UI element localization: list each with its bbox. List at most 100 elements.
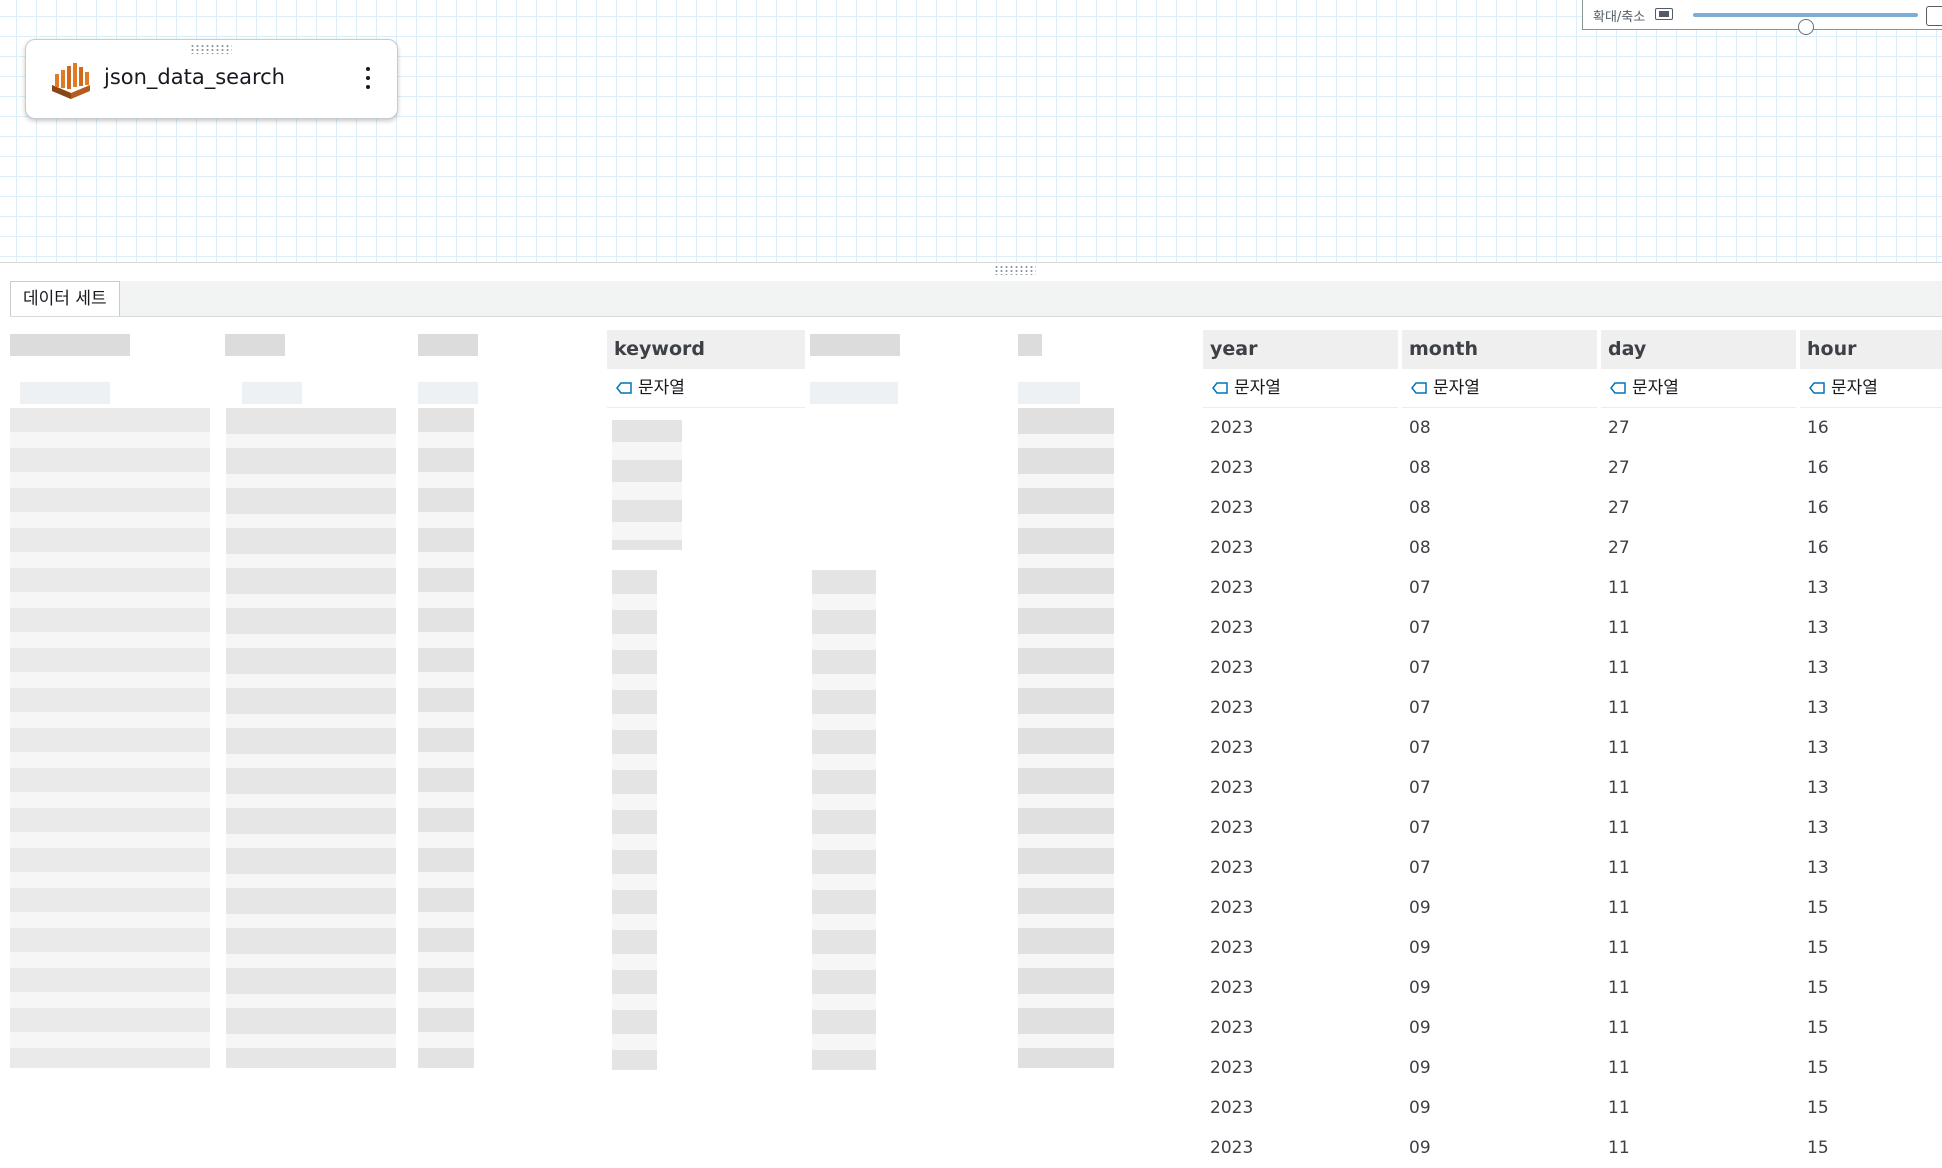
column-type-label: 문자열: [638, 377, 685, 398]
table-cell: 27: [1608, 498, 1630, 518]
table-cell: 2023: [1210, 618, 1254, 638]
table-cell: 15: [1807, 938, 1829, 958]
table-cell: 07: [1409, 778, 1431, 798]
table-cell: 2023: [1210, 858, 1254, 878]
table-cell: 15: [1807, 978, 1829, 998]
table-cell: 2023: [1210, 1018, 1254, 1038]
table-cell: 11: [1608, 898, 1630, 918]
table-cell: 08: [1409, 498, 1431, 518]
string-type-icon: [1809, 382, 1825, 394]
table-cell: 27: [1608, 538, 1630, 558]
minimap-toggle-icon[interactable]: [1926, 6, 1942, 26]
table-cell: 2023: [1210, 458, 1254, 478]
table-cell: 11: [1608, 1058, 1630, 1078]
table-cell: 15: [1807, 1138, 1829, 1158]
table-cell: 15: [1807, 898, 1829, 918]
column-header[interactable]: year: [1203, 330, 1398, 369]
table-cell: 09: [1409, 1018, 1431, 1038]
table-cell: 16: [1807, 458, 1829, 478]
table-cell: 13: [1807, 818, 1829, 838]
workflow-canvas[interactable]: 확대/축소 json_data_search: [0, 0, 1942, 263]
table-cell: 27: [1608, 458, 1630, 478]
table-cell: 11: [1608, 1098, 1630, 1118]
table-cell: 07: [1409, 818, 1431, 838]
column-type: 문자열: [1800, 369, 1942, 408]
column-hour: hour 문자열 16 16 16 16 13 13 13 13 13 13 13 13 15 15 15 1…: [1800, 330, 1942, 1168]
table-cell: 09: [1409, 978, 1431, 998]
table-cell: 2023: [1210, 938, 1254, 958]
table-cell: 13: [1807, 858, 1829, 878]
table-cell: 2023: [1210, 1138, 1254, 1158]
table-cell: 11: [1608, 978, 1630, 998]
table-cell: 09: [1409, 1138, 1431, 1158]
column-type: 문자열: [607, 369, 805, 408]
table-cell: 13: [1807, 738, 1829, 758]
zoom-label: 확대/축소: [1593, 10, 1646, 25]
column-header[interactable]: hour: [1800, 330, 1942, 369]
table-cell: 2023: [1210, 898, 1254, 918]
node-card[interactable]: json_data_search: [25, 39, 398, 119]
table-cell: 07: [1409, 578, 1431, 598]
table-cell: 27: [1608, 418, 1630, 438]
column-header[interactable]: month: [1402, 330, 1597, 369]
table-cell: 07: [1409, 618, 1431, 638]
table-cell: 09: [1409, 938, 1431, 958]
table-cell: 11: [1608, 818, 1630, 838]
panel-resize-handle-icon[interactable]: [994, 265, 1036, 275]
tab-dataset[interactable]: 데이터 세트: [10, 281, 120, 316]
table-cell: 11: [1608, 1018, 1630, 1038]
column-type-label: 문자열: [1831, 377, 1878, 398]
column-day: day 문자열 27 27 27 27 11 11 11 11 11 11 11 11 11 11 11 11…: [1601, 330, 1796, 1168]
table-cell: 11: [1608, 738, 1630, 758]
column-type: 문자열: [1601, 369, 1796, 408]
table-cell: 13: [1807, 778, 1829, 798]
string-type-icon: [1212, 382, 1228, 394]
table-cell: 16: [1807, 498, 1829, 518]
data-preview-table: keyword 문자열 year 문자열 2023 2023 2023 2023 202…: [0, 330, 1942, 1166]
zoom-control: 확대/축소: [1582, 0, 1942, 35]
table-cell: 07: [1409, 858, 1431, 878]
column-year: year 문자열 2023 2023 2023 2023 2023 2023 2023 202…: [1203, 330, 1398, 1168]
column-keyword: keyword 문자열: [607, 330, 805, 1070]
zoom-slider-thumb[interactable]: [1797, 19, 1814, 35]
node-drag-handle-icon[interactable]: [190, 44, 232, 54]
table-cell: 2023: [1210, 1058, 1254, 1078]
table-cell: 15: [1807, 1018, 1829, 1038]
table-cell: 08: [1409, 538, 1431, 558]
table-cell: 15: [1807, 1058, 1829, 1078]
table-cell: 07: [1409, 738, 1431, 758]
table-cell: 07: [1409, 698, 1431, 718]
string-type-icon: [616, 382, 632, 394]
table-cell: 2023: [1210, 818, 1254, 838]
table-cell: 08: [1409, 458, 1431, 478]
table-cell: 09: [1409, 1058, 1431, 1078]
column-header[interactable]: keyword: [607, 330, 805, 369]
string-type-icon: [1411, 382, 1427, 394]
column-type-label: 문자열: [1433, 377, 1480, 398]
node-title: json_data_search: [104, 65, 285, 89]
zoom-slider[interactable]: [1693, 13, 1918, 35]
table-cell: 2023: [1210, 698, 1254, 718]
table-cell: 11: [1608, 778, 1630, 798]
column-type: 문자열: [1203, 369, 1398, 408]
table-cell: 2023: [1210, 538, 1254, 558]
table-cell: 13: [1807, 618, 1829, 638]
table-cell: 2023: [1210, 978, 1254, 998]
table-cell: 2023: [1210, 1098, 1254, 1118]
string-type-icon: [1610, 382, 1626, 394]
table-cell: 11: [1608, 1138, 1630, 1158]
table-cell: 13: [1807, 698, 1829, 718]
more-options-icon[interactable]: [361, 64, 375, 92]
table-cell: 2023: [1210, 578, 1254, 598]
table-cell: 2023: [1210, 498, 1254, 518]
column-header[interactable]: day: [1601, 330, 1796, 369]
table-cell: 13: [1807, 658, 1829, 678]
table-cell: 16: [1807, 538, 1829, 558]
column-month: month 문자열 08 08 08 08 07 07 07 07 07 07 07 07 09 09 09…: [1402, 330, 1597, 1168]
table-cell: 11: [1608, 618, 1630, 638]
tab-bar: 데이터 세트: [10, 281, 1942, 317]
table-cell: 15: [1807, 1098, 1829, 1118]
fit-to-screen-icon[interactable]: [1655, 8, 1673, 20]
table-cell: 2023: [1210, 658, 1254, 678]
table-cell: 08: [1409, 418, 1431, 438]
